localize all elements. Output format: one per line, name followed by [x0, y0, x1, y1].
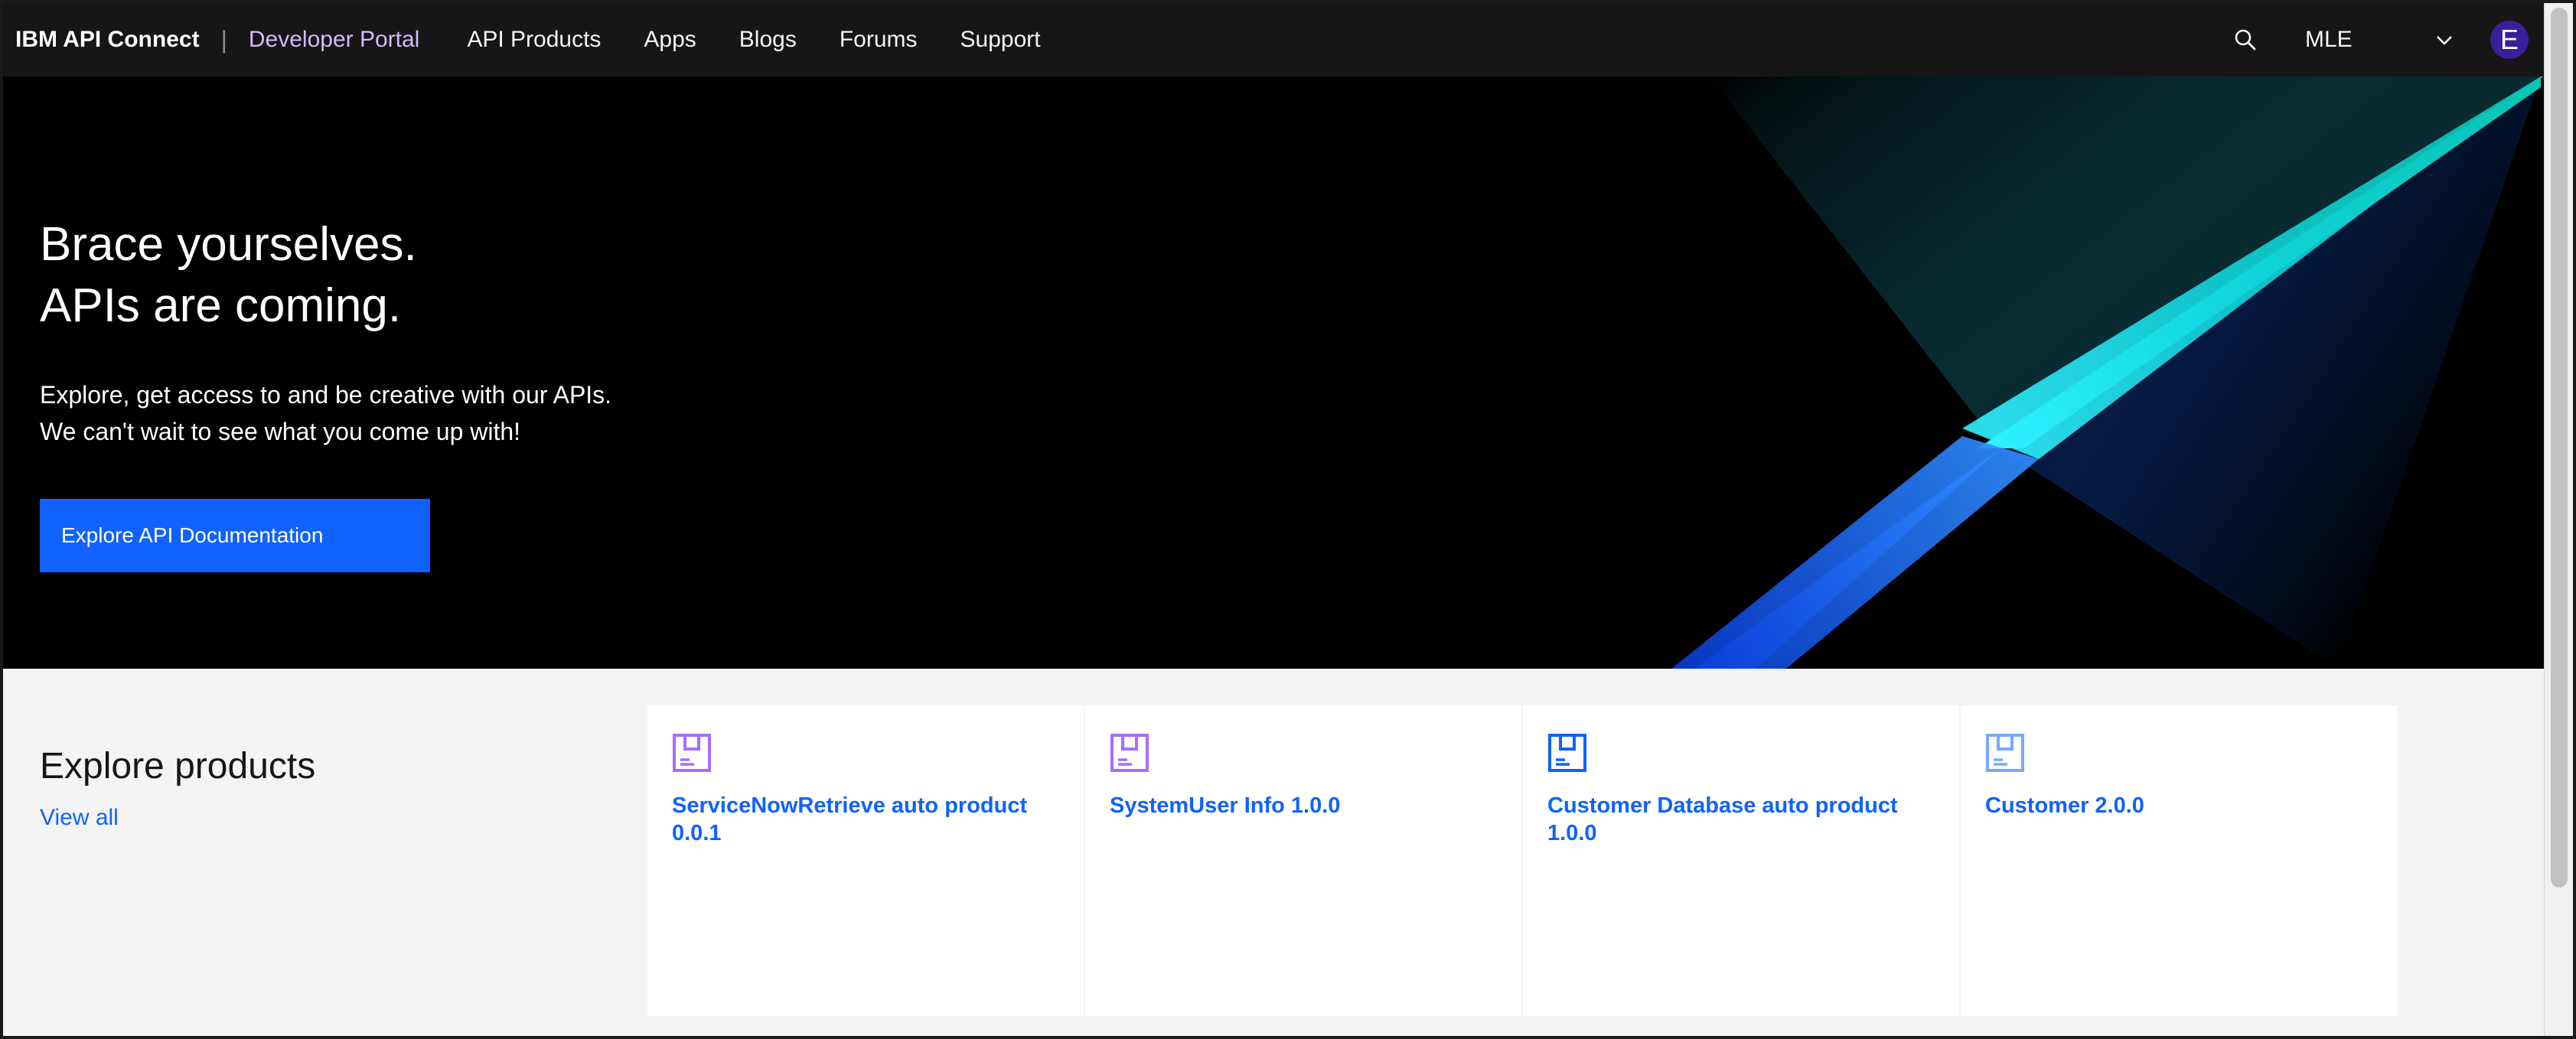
browser-frame: IBM API Connect | Developer Portal API P… [0, 0, 2576, 1039]
search-icon [2235, 29, 2256, 50]
nav-links: API Products Apps Blogs Forums Support [445, 27, 1061, 53]
product-card-title-line-1: Customer Database auto product [1547, 793, 1898, 818]
view-all-link[interactable]: View all [40, 805, 119, 831]
nav-blogs[interactable]: Blogs [739, 27, 797, 53]
search-button[interactable] [2227, 21, 2264, 58]
portal-name[interactable]: Developer Portal [249, 27, 419, 53]
product-card[interactable]: ServiceNowRetrieve auto product 0.0.1 [647, 705, 1084, 1016]
top-nav: IBM API Connect | Developer Portal API P… [3, 3, 2544, 77]
nav-api-products[interactable]: API Products [467, 27, 601, 53]
product-card-title[interactable]: ServiceNowRetrieve auto product 0.0.1 [672, 792, 1059, 847]
hero-subtitle-line-2: We can't wait to see what you come up wi… [40, 418, 521, 445]
hero-title-line-1: Brace yourselves. [40, 218, 417, 271]
hero-subtitle-line-1: Explore, get access to and be creative w… [40, 381, 612, 409]
product-card-title-line-2: 0.0.1 [672, 821, 722, 845]
product-box-icon [1110, 734, 1149, 772]
product-card-title[interactable]: Customer 2.0.0 [1985, 792, 2372, 819]
product-card[interactable]: SystemUser Info 1.0.0 [1085, 705, 1521, 1016]
nav-apps[interactable]: Apps [644, 27, 696, 53]
product-card[interactable]: Customer 2.0.0 [1961, 705, 2397, 1016]
chevron-down-icon [2437, 36, 2452, 45]
brand-separator: | [220, 25, 227, 54]
products-section: Explore products View all ServiceNowRetr… [3, 669, 2544, 1036]
products-title: Explore products [40, 746, 316, 787]
product-card-title[interactable]: SystemUser Info 1.0.0 [1110, 792, 1497, 819]
hero-banner: Brace yourselves. APIs are coming. Explo… [3, 77, 2544, 669]
scrollbar-thumb[interactable] [2551, 8, 2568, 888]
page-scrollbar[interactable] [2544, 3, 2573, 1036]
org-selector-toggle[interactable] [2426, 21, 2463, 58]
nav-forums[interactable]: Forums [840, 27, 918, 53]
hero-subtitle: Explore, get access to and be creative w… [40, 376, 611, 450]
hero-title: Brace yourselves. APIs are coming. [40, 214, 417, 337]
product-card-title-line-1: Customer 2.0.0 [1985, 793, 2144, 818]
brand-name[interactable]: IBM API Connect [15, 27, 200, 53]
product-card[interactable]: Customer Database auto product 1.0.0 [1523, 705, 1959, 1016]
explore-api-docs-button[interactable]: Explore API Documentation [40, 499, 430, 572]
org-selector-label[interactable]: MLE [2305, 27, 2412, 53]
product-card-title-line-1: ServiceNowRetrieve auto product [672, 793, 1028, 818]
hero-light-beam-graphic [1671, 77, 2544, 669]
product-box-icon [1986, 734, 2024, 772]
hero-title-line-2: APIs are coming. [40, 279, 402, 332]
product-card-title[interactable]: Customer Database auto product 1.0.0 [1547, 792, 1935, 847]
product-card-title-line-1: SystemUser Info 1.0.0 [1110, 793, 1341, 818]
user-avatar[interactable]: E [2490, 21, 2529, 59]
nav-support[interactable]: Support [960, 27, 1041, 53]
product-card-title-line-2: 1.0.0 [1547, 821, 1597, 845]
product-box-icon [673, 734, 711, 772]
product-box-icon [1548, 734, 1586, 772]
nav-actions: MLE E [2227, 3, 2544, 77]
